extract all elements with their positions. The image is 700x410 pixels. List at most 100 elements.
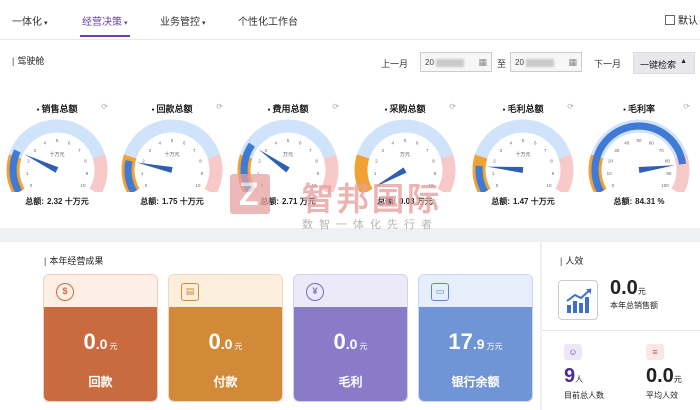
gauge-tick-label: 9 <box>434 171 437 176</box>
gauge-tick-label: 40 <box>624 141 630 146</box>
default-toggle[interactable]: 默认 <box>665 12 698 27</box>
headcount-label: 目前总人数 <box>564 391 604 400</box>
gauge-total-value: 2.32 十万元 <box>46 197 89 206</box>
gauge-total: 总额: 0.03 万元 <box>350 196 460 207</box>
calendar-icon[interactable]: ▦ <box>478 57 487 68</box>
yen-circle-icon: ¥ <box>306 283 324 301</box>
gauge-tick-label: 1 <box>141 171 144 176</box>
list-icon: ≡ <box>646 344 664 360</box>
gauge-tick-label: 70 <box>659 148 665 153</box>
gauge-band-high <box>555 154 574 192</box>
result-card[interactable]: ▭ 17.9 万元 银行余额 <box>418 274 533 402</box>
result-card[interactable]: ▤ 0.0 元付款 <box>168 274 283 402</box>
gauge-tick-label: 0 <box>145 183 148 188</box>
refresh-icon[interactable]: ⟳ <box>216 102 223 111</box>
result-card[interactable]: $0.0 元回款 <box>43 274 158 402</box>
gauge-tick-label: 2 <box>27 159 30 164</box>
gauge-total-value: 84.31 % <box>635 197 665 206</box>
gauge-band-low <box>354 154 373 192</box>
gauge-tick-label: 5 <box>404 138 407 143</box>
gauge-tick-label: 10 <box>607 171 613 176</box>
card-body: 0.0 元回款 <box>44 307 157 401</box>
gauge-tick-label: 7 <box>193 148 196 153</box>
gauge-total-value: 1.47 十万元 <box>512 197 555 206</box>
prev-month-button[interactable]: 上一月 <box>381 57 408 70</box>
gauge-tick-label: 8 <box>84 159 87 164</box>
chevron-down-icon: ▾ <box>124 20 128 27</box>
gauge-total-label: 总额: <box>25 197 44 206</box>
gauge-tick-label: 9 <box>201 171 204 176</box>
gauge-tick-label: 60 <box>649 141 655 146</box>
default-checkbox[interactable] <box>665 14 675 25</box>
tab-business-decision[interactable]: 经营决策 ▾ <box>80 13 130 37</box>
gauge-tick-label: 4 <box>275 141 278 146</box>
gauge-tick-label: 10 <box>546 183 552 188</box>
gauge-tick-label: 6 <box>534 141 537 146</box>
gauge: 费用总额⟳012345678910万元总额:2.71 万元 <box>233 100 343 220</box>
card-body: 17.9 万元 银行余额 <box>419 307 532 401</box>
tab-personal-workbench[interactable]: 个性化工作台 <box>238 13 298 28</box>
gauge-tick-label: 9 <box>86 171 89 176</box>
gauge-total-label: 总额: <box>260 197 279 206</box>
card-body: 0.0 元付款 <box>169 307 282 401</box>
card-name: 银行余额 <box>451 375 500 389</box>
gauge-tick-label: 2 <box>375 159 378 164</box>
gauge-tick-label: 7 <box>426 148 429 153</box>
tab-business-control[interactable]: 业务管控 ▾ <box>160 13 206 28</box>
result-card[interactable]: ¥0.0 元毛利 <box>293 274 408 402</box>
users-icon: ☺ <box>564 344 582 360</box>
gauge-tick-label: 6 <box>299 141 302 146</box>
gauge-tick-label: 5 <box>522 138 525 143</box>
date-from-input[interactable]: 20 ▦ <box>420 52 492 72</box>
date-to-input[interactable]: 20 ▦ <box>510 52 582 72</box>
gauge-tick-label: 90 <box>666 171 672 176</box>
headcount-value: 9人 <box>564 365 584 387</box>
trend-chart-icon <box>558 280 598 320</box>
gauge-dial: 0 1 2 3 4 5 6 7 8 9 10 十万元 <box>6 119 108 192</box>
gauge-band-high <box>89 154 108 192</box>
calendar-icon[interactable]: ▦ <box>568 57 577 68</box>
refresh-icon[interactable]: ⟳ <box>101 102 108 111</box>
gauge-tick-label: 5 <box>56 138 59 143</box>
gauge-tick-label: 8 <box>199 159 202 164</box>
gauge-total: 总额: 1.47 十万元 <box>468 196 578 207</box>
gauge-tick-label: 1 <box>257 171 260 176</box>
chevron-down-icon: ▾ <box>44 20 48 27</box>
avg-efficiency-value: 0.0元 <box>646 365 682 387</box>
payment-doc-icon: ▤ <box>181 283 199 301</box>
gauge-tick-label: 3 <box>33 148 36 153</box>
card-value: 0.0 元 <box>208 329 243 354</box>
gauge-tick-label: 4 <box>510 141 513 146</box>
one-click-search-button[interactable]: 一键检索 ▲ <box>633 52 695 74</box>
gauge-unit: 十万元 <box>515 151 530 158</box>
refresh-icon[interactable]: ⟳ <box>332 102 339 111</box>
gauge-total: 总额: 2.71 万元 <box>233 196 343 207</box>
gauge-tick-label: 7 <box>78 148 81 153</box>
tab-integration[interactable]: 一体化 ▾ <box>12 13 48 28</box>
gauge-tick-label: 9 <box>552 171 555 176</box>
card-value: 0.0 元 <box>83 329 118 354</box>
card-header: $ <box>44 275 157 307</box>
next-month-button[interactable]: 下一月 <box>594 57 621 70</box>
card-header: ▭ <box>419 275 532 307</box>
refresh-icon[interactable]: ⟳ <box>449 102 456 111</box>
gauge-tick-label: 9 <box>317 171 320 176</box>
gauge-unit: 万元 <box>400 152 410 158</box>
gauge: 采购总额⟳012345678910万元总额:0.03 万元 <box>350 100 460 220</box>
refresh-icon[interactable]: ⟳ <box>683 102 690 111</box>
gauge-needle <box>373 167 407 188</box>
chevron-up-icon: ▲ <box>680 58 687 65</box>
gauge-tick-label: 2 <box>142 159 145 164</box>
card-body: 0.0 元毛利 <box>294 307 407 401</box>
gauge-tick-label: 8 <box>550 159 553 164</box>
gauge-tick-label: 7 <box>544 148 547 153</box>
gauge-tick-label: 5 <box>171 138 174 143</box>
wallet-icon: ▭ <box>431 283 449 301</box>
refresh-icon[interactable]: ⟳ <box>567 102 574 111</box>
top-nav: 一体化 ▾ 经营决策 ▾ 业务管控 ▾ 个性化工作台 默认 <box>0 0 700 40</box>
gauge-total-value: 2.71 万元 <box>281 197 316 206</box>
card-name: 回款 <box>88 375 113 389</box>
gauge-tick-label: 4 <box>159 141 162 146</box>
gauge-tick-label: 8 <box>432 159 435 164</box>
gauge-total: 总额: 2.32 十万元 <box>2 196 112 207</box>
